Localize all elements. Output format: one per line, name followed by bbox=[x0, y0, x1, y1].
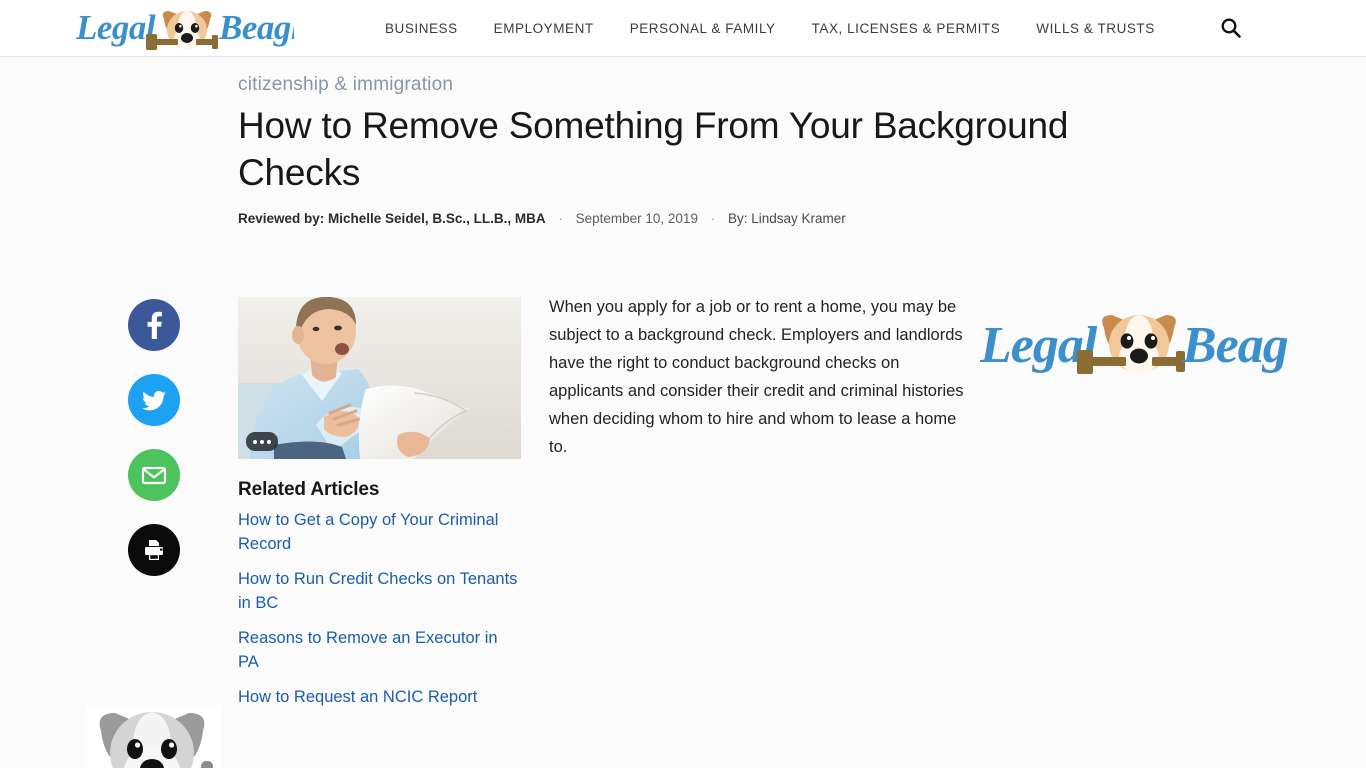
byline-author: By: Lindsay Kramer bbox=[727, 211, 846, 226]
site-header: Legal Beag BUSINESS EMPLOYMENT PERSONAL … bbox=[0, 0, 1366, 57]
related-link-3[interactable]: Reasons to Remove an Executor in PA bbox=[238, 629, 498, 671]
share-twitter-button[interactable] bbox=[128, 374, 180, 426]
article-left-column: Related Articles How to Get a Copy of Yo… bbox=[238, 297, 521, 720]
hero-image bbox=[238, 297, 521, 459]
byline-date: September 10, 2019 bbox=[575, 211, 698, 226]
related-link-1[interactable]: How to Get a Copy of Your Criminal Recor… bbox=[238, 511, 498, 553]
corner-widget[interactable] bbox=[85, 705, 221, 768]
ellipsis-dot-1 bbox=[253, 439, 257, 444]
email-icon bbox=[141, 466, 167, 485]
byline-reviewer: Reviewed by: Michelle Seidel, B.Sc., LL.… bbox=[238, 211, 546, 226]
ellipsis-dot-2 bbox=[260, 439, 264, 444]
related-articles-heading: Related Articles bbox=[238, 479, 380, 500]
list-item: Reasons to Remove an Executor in PA bbox=[238, 626, 521, 674]
main-navigation: BUSINESS EMPLOYMENT PERSONAL & FAMILY TA… bbox=[385, 0, 1155, 57]
related-link-2[interactable]: How to Run Credit Checks on Tenants in B… bbox=[238, 570, 517, 612]
hero-image-photo bbox=[238, 297, 521, 459]
svg-text:Beagle: Beagle bbox=[1181, 317, 1288, 374]
nav-item-business[interactable]: BUSINESS bbox=[385, 21, 458, 36]
byline-separator-1: · bbox=[558, 211, 563, 226]
social-share-rail bbox=[128, 299, 180, 576]
page-content: citizenship & immigration How to Remove … bbox=[0, 57, 1366, 768]
share-facebook-button[interactable] bbox=[128, 299, 180, 351]
facebook-icon bbox=[147, 311, 162, 339]
twitter-icon bbox=[142, 391, 166, 411]
grayscale-beagle-gavel-icon bbox=[99, 712, 213, 768]
image-more-options-badge[interactable] bbox=[246, 432, 278, 451]
article-byline: Reviewed by: Michelle Seidel, B.Sc., LL.… bbox=[238, 210, 1198, 228]
nav-item-employment[interactable]: EMPLOYMENT bbox=[494, 21, 594, 36]
nav-item-personal-family[interactable]: PERSONAL & FAMILY bbox=[630, 21, 776, 36]
ellipsis-dot-3 bbox=[267, 439, 271, 444]
byline-separator-2: · bbox=[710, 211, 716, 226]
nav-item-wills-trusts[interactable]: WILLS & TRUSTS bbox=[1036, 21, 1154, 36]
article-body: When you apply for a job or to rent a ho… bbox=[549, 293, 973, 461]
list-item: How to Get a Copy of Your Criminal Recor… bbox=[238, 508, 521, 556]
nav-item-tax-licenses-permits[interactable]: TAX, LICENSES & PERMITS bbox=[812, 21, 1001, 36]
sidebar-watermark-logo: Legal Beagle bbox=[980, 306, 1288, 384]
article-category-link[interactable]: citizenship & immigration bbox=[238, 75, 453, 94]
svg-text:Beagle: Beagle bbox=[218, 8, 294, 47]
beagle-dog-gavel-logo: Legal Beagle bbox=[980, 315, 1288, 374]
share-print-button[interactable] bbox=[128, 524, 180, 576]
related-articles-list: How to Get a Copy of Your Criminal Recor… bbox=[238, 508, 521, 709]
list-item: How to Request an NCIC Report bbox=[238, 685, 521, 709]
list-item: How to Run Credit Checks on Tenants in B… bbox=[238, 567, 521, 615]
beagle-dog-gavel-logo: Legal Beag bbox=[76, 8, 294, 50]
article-paragraph-1: When you apply for a job or to rent a ho… bbox=[549, 298, 964, 456]
share-email-button[interactable] bbox=[128, 449, 180, 501]
page-title: How to Remove Something From Your Backgr… bbox=[238, 105, 1069, 193]
related-link-4[interactable]: How to Request an NCIC Report bbox=[238, 688, 477, 706]
article-header: citizenship & immigration How to Remove … bbox=[238, 75, 1198, 228]
svg-text:Legal: Legal bbox=[76, 8, 156, 47]
print-icon bbox=[145, 540, 163, 560]
search-button[interactable] bbox=[1216, 13, 1246, 43]
search-icon bbox=[1221, 18, 1241, 38]
site-logo[interactable]: Legal Beag bbox=[76, 3, 294, 53]
